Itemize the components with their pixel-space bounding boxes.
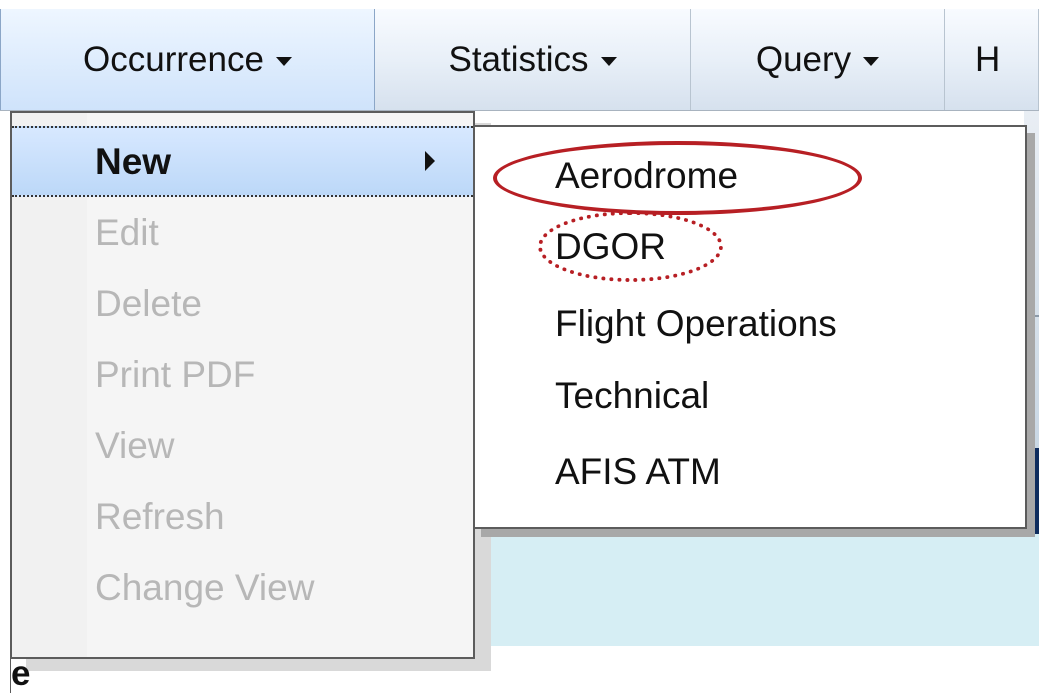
chevron-down-icon: [275, 57, 292, 66]
submenu-item-flight-operations[interactable]: Flight Operations: [555, 303, 837, 345]
menu-occurrence-label: Occurrence: [83, 39, 264, 79]
highlight-ellipse-aerodrome: [493, 141, 862, 215]
submenu-item-technical[interactable]: Technical: [555, 375, 709, 417]
menu-help-label: H: [975, 39, 1001, 79]
highlight-ellipse-dgor: [538, 211, 723, 282]
menu-item-delete-label: Delete: [95, 282, 202, 324]
main-menubar: Occurrence Statistics Query H: [0, 0, 1039, 111]
chevron-right-icon: [425, 151, 435, 171]
menu-item-new[interactable]: New: [12, 126, 473, 197]
partial-background-text: e: [11, 654, 31, 693]
menu-query-label: Query: [755, 39, 852, 79]
menu-item-change-view-label: Change View: [95, 566, 315, 608]
chevron-down-icon: [600, 57, 617, 66]
menu-item-new-label: New: [95, 140, 172, 182]
menu-item-view: View: [12, 410, 473, 481]
menu-item-delete: Delete: [12, 268, 473, 339]
screenshot-page: Occurrence Statistics Query H New Edit D…: [0, 0, 1039, 693]
menu-query[interactable]: Query: [691, 9, 945, 110]
menu-item-refresh-label: Refresh: [95, 495, 225, 537]
menu-item-view-label: View: [95, 424, 175, 466]
background-light-band: [470, 534, 1039, 646]
menu-statistics-label: Statistics: [448, 39, 589, 79]
menu-item-print-pdf: Print PDF: [12, 339, 473, 410]
chevron-down-icon: [863, 57, 880, 66]
menu-item-edit-label: Edit: [95, 211, 159, 253]
occurrence-dropdown: New Edit Delete Print PDF View Refresh C…: [10, 111, 475, 659]
menu-help[interactable]: H: [945, 9, 1039, 110]
menu-item-change-view: Change View: [12, 552, 473, 623]
submenu-item-afis-atm[interactable]: AFIS ATM: [555, 451, 721, 493]
menu-item-refresh: Refresh: [12, 481, 473, 552]
menu-item-print-pdf-label: Print PDF: [95, 353, 256, 395]
menu-item-edit: Edit: [12, 197, 473, 268]
menu-statistics[interactable]: Statistics: [375, 9, 691, 110]
menu-occurrence[interactable]: Occurrence: [0, 9, 375, 110]
